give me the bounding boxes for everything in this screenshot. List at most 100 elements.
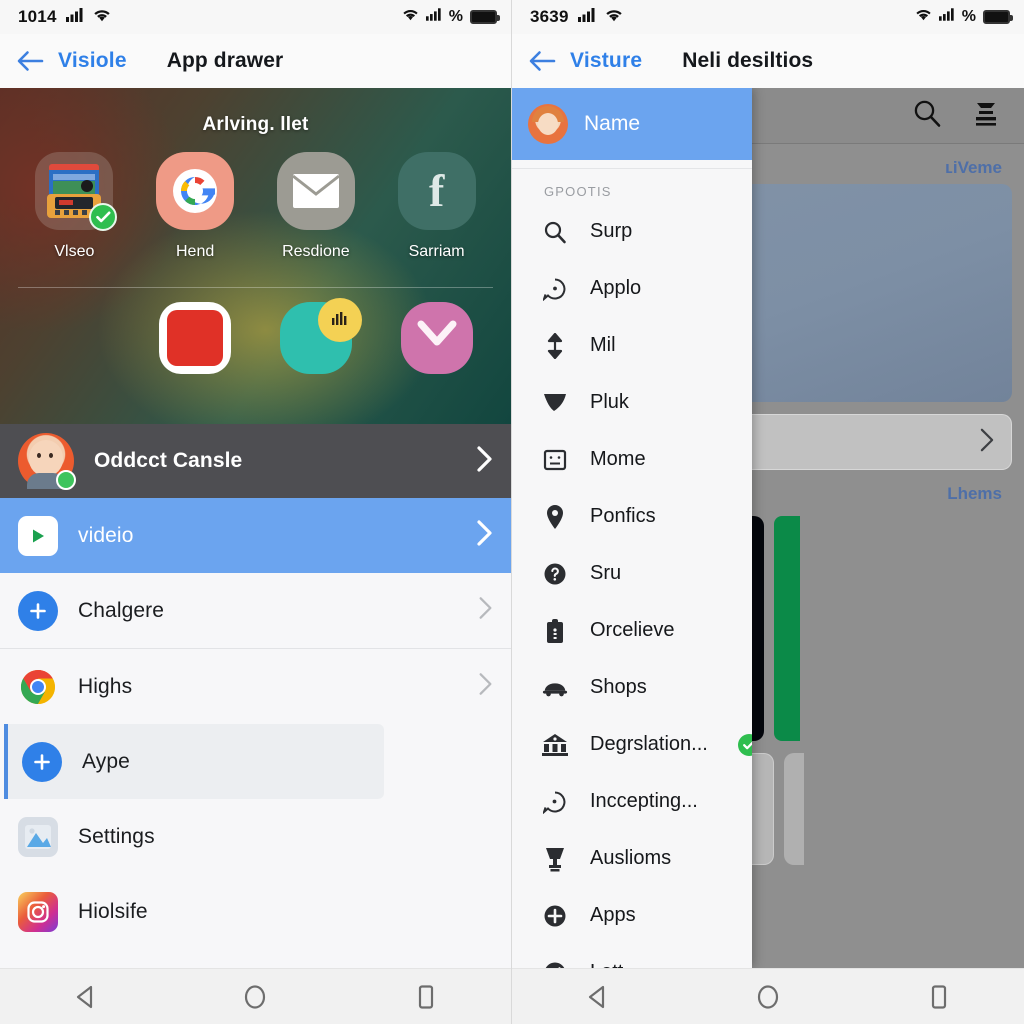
drawer-item-degrslation[interactable]: Degrslation... — [512, 716, 752, 773]
drawer-item-orcelieve[interactable]: Orcelieve — [512, 602, 752, 659]
home-circle-icon[interactable] — [756, 984, 780, 1010]
recents-square-icon[interactable] — [928, 984, 950, 1010]
location-pin-icon — [542, 504, 568, 530]
app-cell-vlseo[interactable]: Vlseo — [19, 152, 129, 261]
id-card-icon — [542, 448, 568, 472]
drawer-header[interactable]: Name — [512, 88, 752, 160]
back-triangle-icon[interactable] — [586, 985, 608, 1009]
list-item-settings[interactable]: Settings — [0, 799, 511, 874]
dual-phone-screenshot: 1014 % Visiole App drawer Arlving. llet … — [0, 0, 1024, 1024]
drawer-item-label: Mome — [590, 448, 646, 470]
app-slot-empty — [38, 302, 110, 374]
list-item-label: videio — [78, 523, 134, 547]
list-item-aype[interactable]: Aype — [4, 724, 384, 799]
stacked-menu-icon[interactable] — [972, 99, 1000, 132]
appbar-up-label[interactable]: Visture — [570, 49, 642, 73]
drawer-item-label: Inccepting... — [590, 790, 698, 812]
left-overlay-list: Oddcct Cansle videio Chalgere Highs Aype… — [0, 424, 511, 968]
app-check-badge-icon — [89, 203, 118, 231]
chevron-right-icon — [476, 445, 493, 478]
recents-square-icon[interactable] — [415, 984, 437, 1010]
section-link[interactable]: ʟiVeme — [945, 158, 1002, 177]
drawer-item-label: Sru — [590, 562, 622, 584]
avatar — [528, 104, 568, 144]
mail-icon — [276, 152, 355, 230]
list-item-label: Chalgere — [78, 598, 165, 622]
drawer-item-ponfics[interactable]: Ponfics — [512, 488, 752, 545]
drawer-item-mome[interactable]: Mome — [512, 431, 752, 488]
background-green-card[interactable] — [774, 516, 800, 741]
drawer-item-sru[interactable]: Sru — [512, 545, 752, 602]
account-row[interactable]: Oddcct Cansle — [0, 424, 511, 498]
drawer-item-label: Apps — [590, 904, 636, 926]
plus-circle-icon — [542, 904, 568, 928]
drawer-item-pluk[interactable]: Pluk — [512, 374, 752, 431]
back-triangle-icon[interactable] — [74, 985, 96, 1009]
drawer-item-inccepting[interactable]: Inccepting... — [512, 773, 752, 830]
drawer-item-label: Mil — [590, 334, 616, 356]
page-title: Neli desiltios — [682, 49, 814, 72]
app-cell-hend[interactable]: Hend — [140, 152, 250, 261]
wifi-icon — [605, 8, 623, 27]
right-status-bar: 3639 % — [512, 0, 1024, 34]
account-name: Oddcct Cansle — [94, 449, 243, 472]
wifi-icon-right — [915, 8, 932, 26]
clipboard-icon — [542, 618, 568, 644]
app-cell-resdione[interactable]: Resdione — [261, 152, 371, 261]
left-status-right-icons: % — [402, 8, 500, 26]
drawer-item-mil[interactable]: Mil — [512, 317, 752, 374]
app-label: Vlseo — [54, 243, 95, 260]
drawer-item-auslioms[interactable]: Auslioms — [512, 830, 752, 887]
bank-icon — [542, 733, 568, 757]
youtube-icon[interactable] — [159, 302, 232, 374]
list-item-highs[interactable]: Highs — [0, 649, 511, 724]
home-circle-icon[interactable] — [243, 984, 267, 1010]
back-arrow-icon[interactable] — [16, 50, 44, 72]
battery-icon — [983, 10, 1013, 24]
sort-updown-icon — [542, 332, 568, 359]
right-status-left-icons — [577, 7, 623, 27]
left-app-bar: Visiole App drawer — [0, 34, 511, 88]
plus-circle-icon — [22, 741, 62, 782]
chat-dot-icon — [542, 790, 568, 814]
help-circle-icon — [542, 562, 568, 586]
background-side-card[interactable] — [784, 753, 804, 865]
list-item-pi-foroa[interactable]: Pi foroa — [0, 949, 511, 968]
search-icon[interactable] — [912, 98, 942, 133]
drawer-item-label: Pluk — [590, 391, 629, 413]
chevron-right-icon — [979, 427, 995, 458]
section-link[interactable]: Lhems — [947, 484, 1002, 503]
clock-dot-icon — [542, 277, 568, 301]
facebook-icon: f — [397, 152, 476, 230]
navigation-drawer: Name GPOOTIS Surp Applo Mil Pluk Mome Po… — [512, 88, 752, 968]
list-item-hiolsife[interactable]: Hiolsife — [0, 874, 511, 949]
drawer-item-lett[interactable]: Lett — [512, 944, 752, 968]
wifi-icon-right — [402, 8, 419, 26]
app-label: Hend — [176, 243, 215, 260]
list-item-videio[interactable]: videio — [0, 498, 511, 573]
appbar-up-label[interactable]: Visiole — [58, 49, 127, 73]
avatar — [18, 433, 76, 490]
list-item-chalgere[interactable]: Chalgere — [0, 573, 511, 648]
back-arrow-icon[interactable] — [528, 50, 556, 72]
drawer-item-apps[interactable]: Apps — [512, 887, 752, 944]
left-system-nav-bar — [0, 968, 511, 1024]
search-icon — [542, 220, 568, 244]
teal-app-icon[interactable] — [279, 298, 362, 374]
list-item-label: Aype — [82, 749, 130, 773]
drawer-item-surp[interactable]: Surp — [512, 203, 752, 260]
signal-bars-icon-right — [425, 8, 442, 26]
pink-app-icon[interactable] — [400, 302, 473, 374]
drawer-item-label: Ponfics — [590, 505, 656, 527]
left-phone-panel: 1014 % Visiole App drawer Arlving. llet … — [0, 0, 512, 1024]
signal-bars-icon-right — [938, 8, 955, 26]
right-status-right-icons: % — [915, 8, 1013, 26]
drawer-item-check-badge-icon — [737, 733, 752, 756]
drawer-item-shops[interactable]: Shops — [512, 659, 752, 716]
right-phone-panel: 3639 % Visture Neli desiltios ʟiVeme Lhe… — [512, 0, 1024, 1024]
app-cell-sarriam[interactable]: f Sarriam — [382, 152, 492, 261]
left-status-left-icons — [65, 7, 111, 27]
drawer-item-applo[interactable]: Applo — [512, 260, 752, 317]
list-item-label: Highs — [78, 674, 133, 698]
drawer-item-label: Degrslation... — [590, 733, 708, 755]
